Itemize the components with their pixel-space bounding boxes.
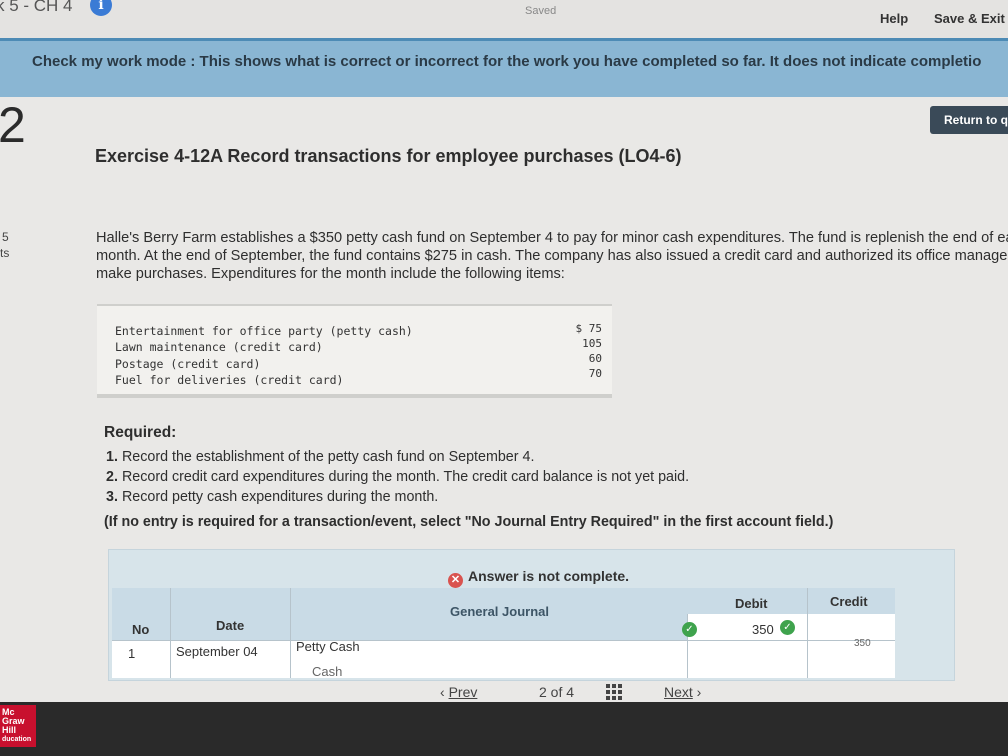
expenditure-amount: 70 (588, 367, 602, 380)
instruction-note: (If no entry is required for a transacti… (104, 514, 834, 530)
return-button[interactable]: Return to q (930, 106, 1008, 134)
answer-status: ✕ Answer is not complete. (448, 568, 629, 588)
mcgraw-hill-logo: Mc Graw Hill ducation (0, 705, 36, 747)
check-my-work-banner: Check my work mode : This shows what is … (0, 38, 1008, 97)
column-divider (290, 588, 291, 678)
header-no: No (132, 622, 150, 637)
requirement-item: 3. Record petty cash expenditures during … (106, 489, 439, 505)
exercise-title: Exercise 4-12A Record transactions for e… (95, 146, 682, 166)
journal-title: General Journal (450, 604, 549, 619)
journal-header (112, 588, 687, 640)
page-indicator: 2 of 4 (539, 684, 575, 700)
expenditure-amount: 60 (588, 352, 602, 365)
row-debit[interactable]: 350 (752, 622, 774, 637)
prev-button[interactable]: ‹ Prev (440, 684, 477, 704)
row-account[interactable]: Cash (312, 664, 342, 679)
required-label: Required: (104, 424, 177, 441)
expenditures-table: Entertainment for office party (petty ca… (97, 304, 612, 398)
general-journal-table: General Journal No Date Debit Credit 1 S… (112, 588, 895, 679)
row-credit[interactable]: 350 (854, 638, 871, 649)
header-credit: Credit (830, 594, 868, 609)
breadcrumb: k 5 - CH 4 (0, 0, 73, 15)
expenditure-item: Entertainment for office party (petty ca… (115, 324, 413, 338)
header-date: Date (216, 618, 245, 633)
info-icon[interactable]: i (90, 0, 112, 16)
banner-text: Check my work mode : This shows what is … (32, 53, 982, 70)
expenditure-amount: $ 75 (575, 322, 603, 335)
points-value: 5 (2, 230, 9, 244)
column-divider (807, 588, 808, 678)
check-icon: ✓ (780, 620, 795, 635)
row-date[interactable]: September 04 (176, 644, 258, 659)
expenditure-item: Postage (credit card) (115, 357, 261, 371)
help-link[interactable]: Help (880, 11, 908, 26)
expenditure-item: Lawn maintenance (credit card) (115, 340, 323, 354)
next-button[interactable]: Next › (664, 684, 701, 704)
exercise-paragraph: Halle's Berry Farm establishes a $350 pe… (96, 230, 1008, 282)
top-bar: k 5 - CH 4 i Saved Help Save & Exit (0, 0, 1008, 38)
check-icon: ✓ (682, 622, 697, 637)
saved-status: Saved (525, 5, 557, 17)
column-divider (170, 588, 171, 678)
bottom-bar (0, 702, 1008, 756)
row-no: 1 (128, 646, 136, 661)
points-label: ts (0, 246, 10, 260)
header-debit: Debit (735, 596, 768, 611)
save-exit-link[interactable]: Save & Exit (934, 11, 1005, 26)
grid-icon[interactable] (606, 684, 622, 700)
row-account[interactable]: Petty Cash (296, 639, 360, 654)
requirements-list: 1. Record the establishment of the petty … (106, 449, 689, 509)
expenditure-item: Fuel for deliveries (credit card) (115, 373, 344, 387)
expenditure-amount: 105 (582, 337, 602, 350)
question-number: 2 (0, 97, 26, 153)
row-divider (112, 640, 895, 641)
requirement-item: 2. Record credit card expenditures during… (106, 469, 690, 485)
error-x-icon: ✕ (448, 573, 463, 588)
requirement-item: 1. Record the establishment of the petty … (106, 449, 535, 465)
